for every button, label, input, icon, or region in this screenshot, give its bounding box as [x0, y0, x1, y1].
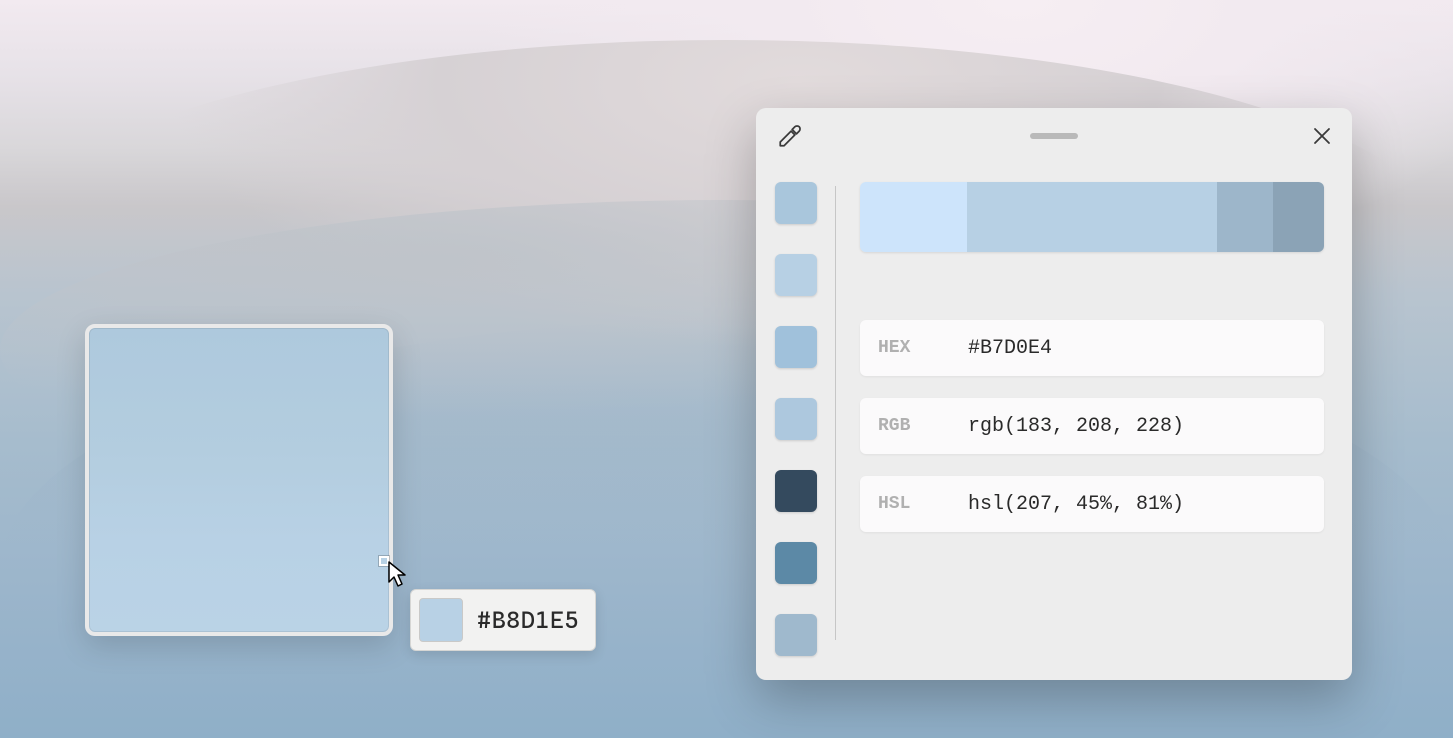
- rgb-row[interactable]: RGB rgb(183, 208, 228): [860, 398, 1324, 454]
- spacer: [860, 274, 1324, 298]
- hex-row[interactable]: HEX #B7D0E4: [860, 320, 1324, 376]
- history-swatch[interactable]: [775, 326, 817, 368]
- drag-handle[interactable]: [1030, 133, 1078, 139]
- shade-swatch[interactable]: [967, 182, 1218, 252]
- rgb-label: RGB: [878, 416, 938, 436]
- history-swatch[interactable]: [775, 470, 817, 512]
- panel-header[interactable]: [756, 108, 1352, 164]
- eyedropper-icon: [777, 123, 803, 149]
- magnifier-preview: [85, 324, 393, 636]
- history-swatch[interactable]: [775, 182, 817, 224]
- tooltip-color-swatch: [419, 598, 463, 642]
- eyedropper-button[interactable]: [770, 116, 810, 156]
- hsl-label: HSL: [878, 494, 938, 514]
- close-button[interactable]: [1302, 116, 1342, 156]
- color-picker-panel[interactable]: HEX #B7D0E4 RGB rgb(183, 208, 228) HSL h…: [756, 108, 1352, 680]
- history-swatch[interactable]: [775, 614, 817, 656]
- shade-swatch[interactable]: [860, 182, 967, 252]
- history-swatch[interactable]: [775, 254, 817, 296]
- main-column: HEX #B7D0E4 RGB rgb(183, 208, 228) HSL h…: [836, 164, 1352, 660]
- hsl-value: hsl(207, 45%, 81%): [968, 493, 1184, 516]
- hex-label: HEX: [878, 338, 938, 358]
- rgb-value: rgb(183, 208, 228): [968, 415, 1184, 438]
- hsl-row[interactable]: HSL hsl(207, 45%, 81%): [860, 476, 1324, 532]
- target-pixel-marker: [379, 556, 389, 566]
- color-tooltip: #B8D1E5: [410, 589, 596, 651]
- shade-swatch[interactable]: [1217, 182, 1273, 252]
- hex-value: #B7D0E4: [968, 337, 1052, 360]
- history-swatch[interactable]: [775, 542, 817, 584]
- shades-bar[interactable]: [860, 182, 1324, 252]
- tooltip-hex-value: #B8D1E5: [477, 606, 579, 634]
- shade-swatch[interactable]: [1273, 182, 1324, 252]
- history-swatch[interactable]: [775, 398, 817, 440]
- panel-body: HEX #B7D0E4 RGB rgb(183, 208, 228) HSL h…: [756, 164, 1352, 680]
- history-column: [756, 164, 836, 660]
- close-icon: [1313, 127, 1331, 145]
